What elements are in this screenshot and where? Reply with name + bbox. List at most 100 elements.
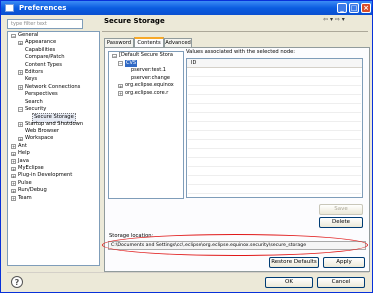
expand-icon[interactable]: + bbox=[11, 181, 16, 186]
expand-icon[interactable]: + bbox=[18, 136, 23, 142]
expand-icon[interactable]: + bbox=[11, 166, 16, 172]
tree-item-label: Keys bbox=[25, 76, 38, 83]
tab-password[interactable]: Password bbox=[104, 38, 134, 47]
tree-item-label: Capabilities bbox=[25, 46, 56, 53]
collapse-icon[interactable]: − bbox=[112, 53, 117, 58]
tree-item[interactable]: + Pulse bbox=[8, 180, 99, 187]
tree-item-label: org.eclipse.core.r bbox=[125, 89, 169, 96]
tab-advanced[interactable]: Advanced bbox=[164, 38, 192, 47]
nav-arrows[interactable]: ⇦ ▾ ⇨ ▾ bbox=[323, 16, 345, 23]
values-table: ID bbox=[186, 58, 363, 198]
tree-item-label: Plug-in Development bbox=[18, 172, 73, 179]
expand-icon[interactable]: + bbox=[11, 196, 16, 201]
tree-item-label: Editors bbox=[25, 68, 44, 75]
tree-item[interactable]: − CVS bbox=[109, 59, 183, 68]
tree-item-label: Run/Debug bbox=[18, 187, 47, 194]
expand-icon[interactable]: + bbox=[11, 144, 16, 149]
tree-item[interactable]: + Workspace bbox=[8, 135, 99, 142]
expand-icon[interactable]: + bbox=[18, 122, 23, 127]
tree-item[interactable]: + Editors bbox=[8, 69, 99, 76]
save-button[interactable]: Save bbox=[319, 204, 363, 215]
storage-location-field[interactable]: C:\Documents and Settings\cc\.eclipse\or… bbox=[108, 241, 366, 250]
tree-item-label: Compare/Patch bbox=[25, 54, 65, 61]
maximize-icon[interactable]: □ bbox=[349, 3, 359, 13]
apply-button[interactable]: Apply bbox=[323, 257, 365, 268]
restore-defaults-button[interactable]: Restore Defaults bbox=[269, 257, 319, 268]
tree-item[interactable]: − General bbox=[8, 32, 99, 39]
expand-icon[interactable]: + bbox=[11, 173, 16, 179]
expand-icon[interactable]: + bbox=[118, 91, 123, 96]
expand-icon[interactable]: + bbox=[18, 40, 23, 46]
tree-item-label: Workspace bbox=[25, 135, 54, 142]
tree-item[interactable]: Secure Storage bbox=[8, 113, 99, 123]
tree-item[interactable]: − Security bbox=[8, 106, 99, 113]
tab-contents[interactable]: Contents bbox=[134, 37, 164, 47]
cancel-button[interactable]: Cancel bbox=[317, 277, 365, 288]
back-icon[interactable]: ⇦ bbox=[323, 16, 328, 23]
tree-item[interactable]: Search bbox=[8, 99, 99, 106]
tree-item[interactable]: + Java bbox=[8, 158, 99, 165]
tree-item[interactable]: Content Types bbox=[8, 62, 99, 69]
tree-item-label: CVS bbox=[125, 59, 138, 68]
tree-item[interactable]: Keys bbox=[8, 76, 99, 83]
tree-item-label: pserver:change bbox=[131, 74, 170, 81]
tree-item[interactable]: + Help bbox=[8, 150, 99, 157]
expand-icon[interactable]: + bbox=[118, 83, 123, 89]
tree-item[interactable]: − [Default Secure Stora bbox=[109, 52, 183, 60]
tree-item[interactable]: + Network Connections bbox=[8, 84, 99, 91]
minimize-icon[interactable]: _ bbox=[337, 3, 347, 13]
tree-item[interactable]: + Plug-in Development bbox=[8, 172, 99, 179]
header-divider bbox=[102, 31, 368, 32]
tree-item[interactable]: pserver:change bbox=[109, 75, 183, 83]
title-bar[interactable]: Preferences _ □ × bbox=[1, 1, 372, 15]
tree-item-label: pserver:test.1 bbox=[131, 67, 166, 74]
tree-item[interactable]: + Team bbox=[8, 195, 99, 202]
values-label: Values associated with the selected node… bbox=[186, 49, 296, 55]
expand-icon[interactable]: + bbox=[11, 151, 16, 157]
collapse-icon[interactable]: − bbox=[18, 107, 23, 112]
tree-item[interactable]: + Appearance bbox=[8, 39, 99, 46]
filter-input[interactable]: type filter text bbox=[7, 19, 83, 29]
tree-item-label: General bbox=[18, 32, 39, 38]
storage-location-label: Storage location: bbox=[109, 233, 154, 239]
expand-icon[interactable]: + bbox=[11, 188, 16, 194]
tree-item[interactable]: + org.eclipse.core.r bbox=[109, 90, 183, 98]
tree-item-label: Appearance bbox=[25, 39, 57, 46]
tree-item-label: Startup and Shutdown bbox=[25, 120, 84, 127]
tree-item-label: Perspectives bbox=[25, 91, 58, 98]
values-grid bbox=[188, 68, 361, 198]
tree-item[interactable]: Capabilities bbox=[8, 47, 99, 54]
tree-item-label: Java bbox=[18, 157, 29, 164]
tree-item-label: [Default Secure Stora bbox=[119, 52, 173, 58]
tree-item-label: Ant bbox=[18, 142, 27, 149]
column-header-id[interactable]: ID bbox=[187, 59, 362, 68]
tree-item-label: Security bbox=[25, 105, 47, 112]
collapse-icon[interactable]: − bbox=[118, 61, 123, 66]
tree-item[interactable]: + Startup and Shutdown bbox=[8, 121, 99, 128]
expand-icon[interactable]: + bbox=[18, 70, 23, 75]
tree-item[interactable]: + org.eclipse.equinox bbox=[109, 82, 183, 90]
expand-icon[interactable]: + bbox=[18, 85, 23, 90]
tree-item[interactable]: Compare/Patch bbox=[8, 54, 99, 61]
collapse-icon[interactable]: − bbox=[11, 33, 16, 38]
tree-item[interactable]: + MyEclipse bbox=[8, 165, 99, 172]
delete-button[interactable]: Delete bbox=[319, 217, 363, 228]
ok-button[interactable]: OK bbox=[265, 277, 313, 288]
tree-item-label: Content Types bbox=[25, 61, 62, 68]
tree-item[interactable]: Web Browser bbox=[8, 128, 99, 135]
tree-item[interactable]: + Ant bbox=[8, 143, 99, 150]
tree-item-label: org.eclipse.equinox bbox=[125, 82, 174, 89]
help-icon[interactable]: ? bbox=[11, 276, 23, 288]
tree-item[interactable]: + Run/Debug bbox=[8, 187, 99, 194]
storage-tree: − [Default Secure Stora − CVS pserver:test.1… bbox=[108, 51, 184, 199]
tree-item[interactable]: pserver:test.1 bbox=[109, 67, 183, 75]
close-icon[interactable]: × bbox=[361, 3, 371, 13]
tree-item-label: MyEclipse bbox=[18, 165, 44, 172]
tree-item-label: Team bbox=[18, 194, 32, 201]
tree-item-label: Pulse bbox=[18, 179, 32, 186]
forward-icon[interactable]: ⇨ bbox=[335, 16, 340, 23]
tree-item[interactable]: Perspectives bbox=[8, 91, 99, 98]
tree-item-label: Web Browser bbox=[25, 128, 59, 135]
page-title: Secure Storage bbox=[104, 17, 165, 25]
expand-icon[interactable]: + bbox=[11, 159, 16, 164]
